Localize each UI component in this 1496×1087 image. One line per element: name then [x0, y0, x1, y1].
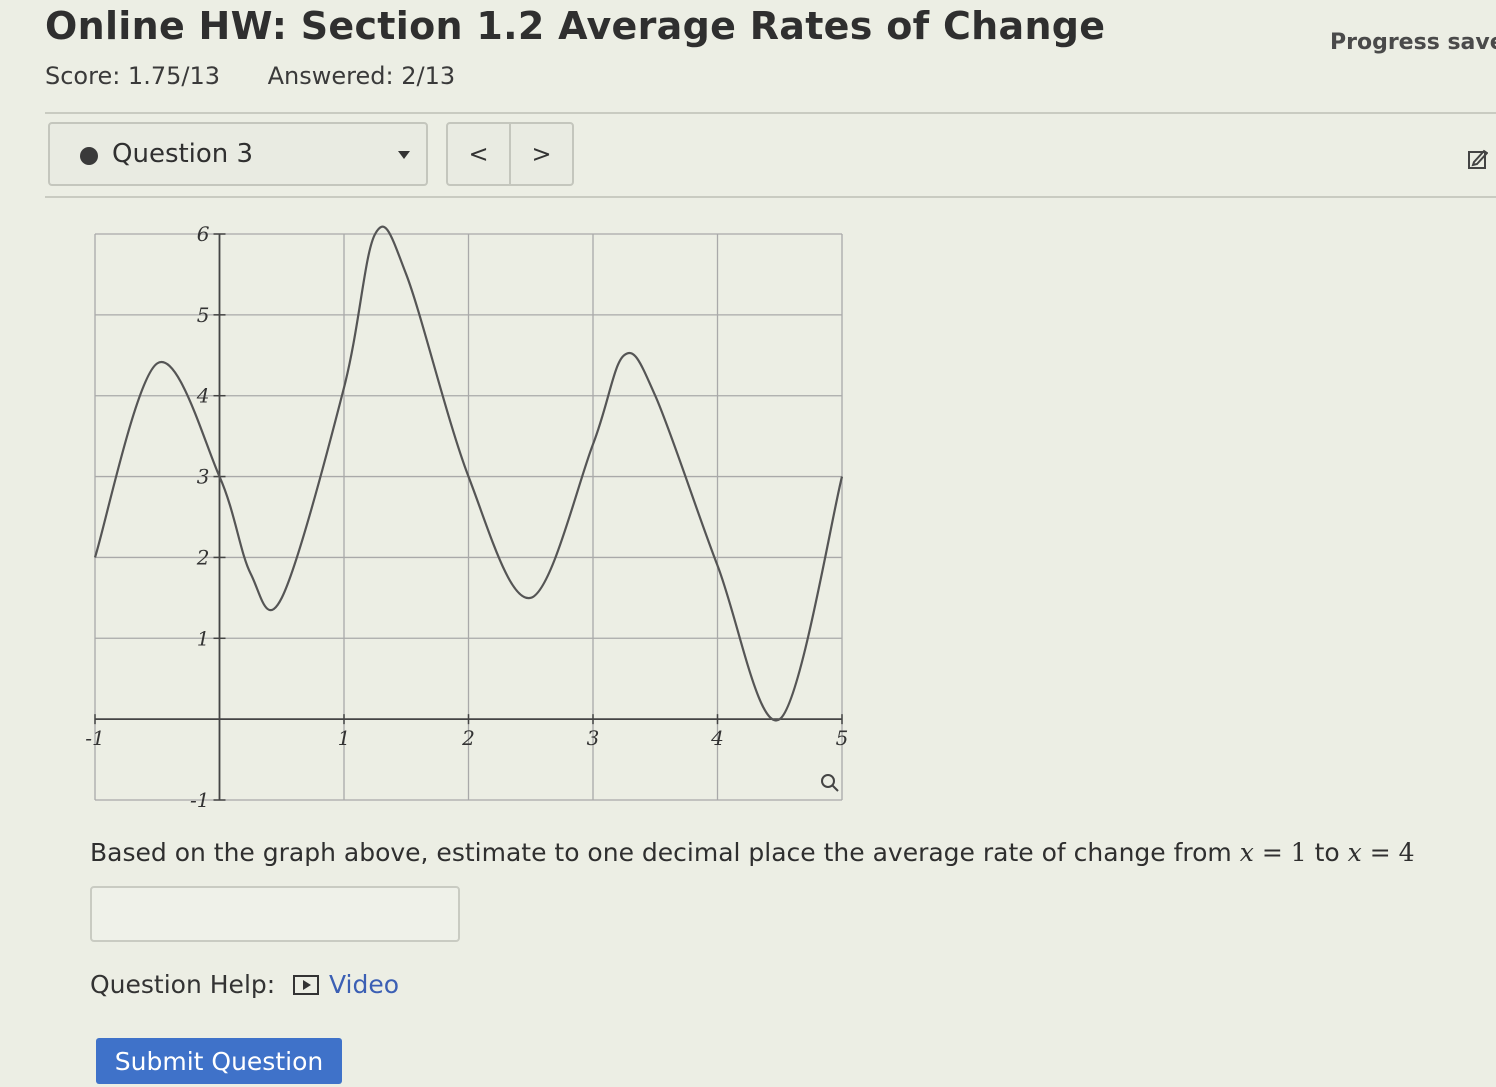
math-end-value: 4: [1398, 838, 1415, 867]
y-tick-label: -1: [190, 788, 209, 812]
score-text: Score: 1.75/13: [45, 62, 220, 90]
page-title: Online HW: Section 1.2 Average Rates of …: [45, 4, 1106, 48]
prompt-to: to: [1314, 838, 1340, 867]
answer-input[interactable]: [90, 886, 460, 942]
next-question-button[interactable]: >: [511, 124, 572, 184]
y-tick-label: 6: [197, 222, 210, 246]
nav-divider: [45, 196, 1496, 198]
question-help-label: Question Help:: [90, 970, 276, 999]
edit-icon[interactable]: [1468, 148, 1488, 170]
math-eq-1: =: [1261, 838, 1283, 867]
function-graph: -1 1 2 3 4 5 -1 1 2 3 4 5 6: [85, 222, 848, 812]
math-var-x1: x: [1239, 838, 1254, 867]
y-tick-label: 5: [197, 303, 210, 327]
prev-question-button[interactable]: <: [448, 124, 511, 184]
question-nav: < >: [446, 122, 574, 186]
submit-question-button[interactable]: Submit Question: [96, 1038, 342, 1084]
y-tick-label: 2: [196, 545, 210, 569]
status-dot-icon: [80, 147, 98, 165]
answered-text: Answered: 2/13: [267, 62, 456, 90]
video-play-icon: [293, 974, 319, 995]
x-tick-label: 1: [338, 726, 351, 750]
x-tick-label: 5: [836, 726, 849, 750]
prompt-text: Based on the graph above, estimate to on…: [90, 838, 1232, 867]
header-divider: [45, 112, 1496, 114]
question-select[interactable]: Question 3: [48, 122, 428, 186]
math-eq-2: =: [1369, 838, 1391, 867]
y-tick-label: 1: [197, 626, 210, 650]
x-tick-label: 3: [587, 726, 600, 750]
magnify-icon[interactable]: [821, 774, 839, 792]
video-help-link[interactable]: Video: [293, 970, 399, 999]
question-prompt: Based on the graph above, estimate to on…: [90, 838, 1415, 867]
x-tick-label: 2: [461, 726, 475, 750]
video-link-label: Video: [329, 970, 400, 999]
question-select-label: Question 3: [112, 139, 254, 169]
math-start-value: 1: [1290, 838, 1307, 867]
x-tick-label: 4: [710, 726, 724, 750]
chevron-down-icon: [398, 151, 410, 159]
progress-status: Progress save: [1330, 30, 1496, 55]
graph-tick-labels: -1 1 2 3 4 5 -1 1 2 3 4 5 6: [85, 222, 848, 812]
math-var-x2: x: [1347, 838, 1362, 867]
y-tick-label: 3: [197, 465, 210, 489]
x-tick-label: -1: [85, 726, 104, 750]
y-tick-label: 4: [196, 384, 210, 408]
score-line: Score: 1.75/13 Answered: 2/13: [45, 62, 495, 90]
